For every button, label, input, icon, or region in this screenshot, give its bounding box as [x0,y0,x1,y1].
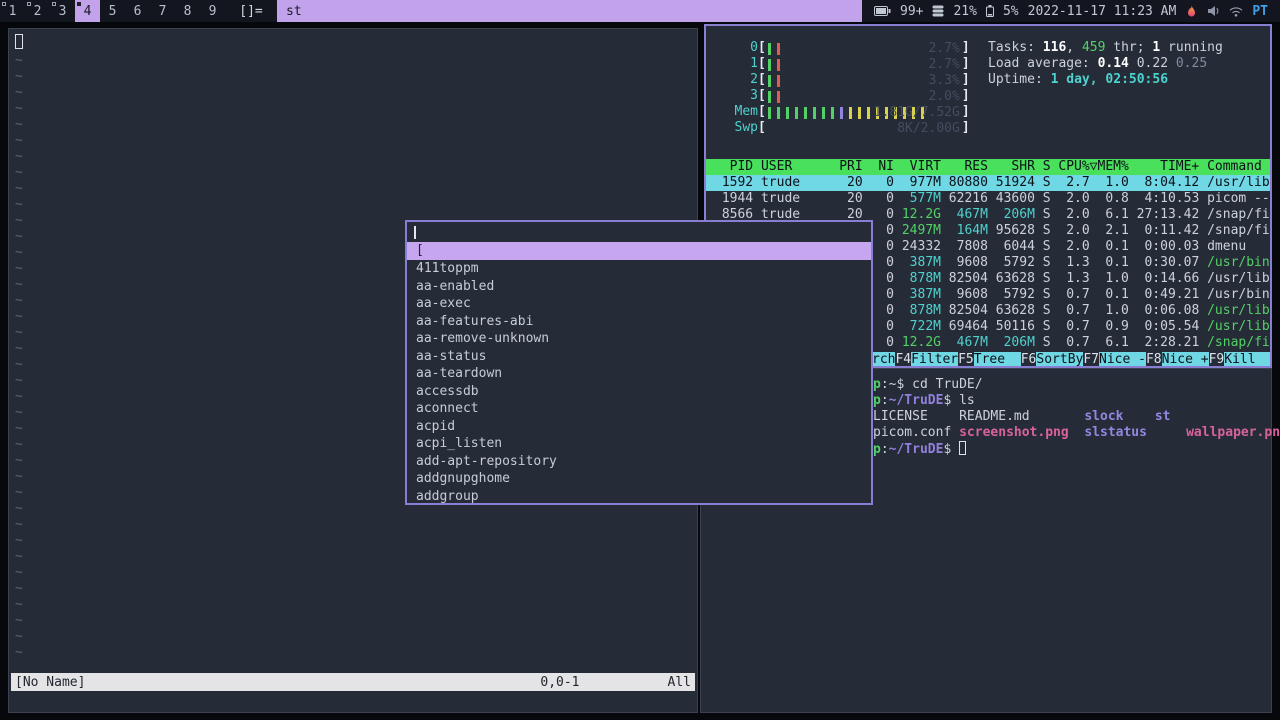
vim-empty-lines: ~ ~ ~ ~ ~ ~ ~ ~ ~ ~ ~ ~ ~ ~ ~ ~ ~ ~ ~ ~ ~ ~ ~ ~ ~ ~ ~ ~ ~ ~ ~ ~ ~ ~ ~ ~ ~ ~ [15,53,23,660]
dmenu-item[interactable]: aconnect [407,400,871,418]
dmenu-item[interactable]: addgroup [407,488,871,506]
dmenu-item[interactable]: aa-remove-unknown [407,330,871,348]
battery-value: 99+ [900,3,924,19]
tag-client-indicator [27,2,31,6]
dmenu-item[interactable]: 411toppm [407,260,871,278]
workspace-tag-7[interactable]: 7 [150,0,175,22]
htop-fnkey[interactable]: rch [872,352,896,366]
status-bar: 123456789 []= st 99+ 21% 5% 2022-11-17 1… [0,0,1280,22]
focused-window-title: st [277,0,862,22]
htop-fnkey[interactable]: SortBy [1036,352,1084,366]
dmenu-items: 411toppm aa-enabled aa-exec aa-features-abi… [407,260,871,505]
terminal-output: p:~$ cd TruDE/p:~/TruDE$ ls LICENSE READM… [873,377,1280,457]
htop-fnkey[interactable]: Filter [911,352,959,366]
htop-fnbar: rchF4FilterF5Tree F6SortByF7Nice -F8Nice… [872,352,1272,367]
vim-scroll-indicator: All [667,674,691,690]
status-modules: 99+ 21% 5% 2022-11-17 11:23 AM PT [862,0,1280,22]
vim-statusline: [No Name] 0,0-1 All [11,673,695,691]
wifi-tray-icon[interactable] [1229,6,1243,17]
htop-fnkey[interactable]: F7 [1083,352,1099,366]
workspace-tag-6[interactable]: 6 [125,0,150,22]
htop-fnkey[interactable]: Kill [1224,352,1270,366]
process-row[interactable]: 1944 trude 20 0 577M 62216 43600 S 2.0 0… [706,191,1270,207]
dmenu-item[interactable]: aa-teardown [407,365,871,383]
workspace-tags: 123456789 [0,0,225,22]
battery2-icon [985,5,994,17]
tag-client-indicator [52,2,56,6]
htop-fnkey[interactable]: Nice + [1161,352,1209,366]
datetime: 2022-11-17 11:23 AM [1027,3,1177,19]
htop-fnkey[interactable]: F5 [958,352,974,366]
window-title-text: st [286,3,302,19]
htop-fnkey[interactable]: Tree [973,352,1021,366]
tag-client-indicator [2,2,6,6]
dmenu-item[interactable]: aa-features-abi [407,313,871,331]
vim-filename: [No Name] [15,674,86,690]
layout-indicator[interactable]: []= [225,0,277,22]
vim-cursor-position: 0,0-1 [540,674,580,690]
disk-icon [932,5,944,17]
dmenu-item[interactable]: aa-status [407,348,871,366]
battery-icon [874,6,891,16]
volume-tray-icon[interactable] [1207,5,1220,17]
dmenu-item[interactable]: acpi_listen [407,435,871,453]
desktop: 123456789 []= st 99+ 21% 5% 2022-11-17 1… [0,0,1280,720]
htop-fnkey[interactable]: F8 [1146,352,1162,366]
htop-meters: 0[2.7%] 1[2.7%] 2[3.3%] 3[2.0%] Mem[1.81G/7.… [734,40,970,136]
keyboard-layout[interactable]: PT [1252,4,1268,19]
dmenu-input[interactable] [407,222,871,242]
disk-value: 21% [953,3,977,19]
vim-cursor [15,34,23,49]
battery2-value: 5% [1002,3,1019,19]
process-row[interactable]: 1592 trude 20 0 977M 80880 51924 S 2.7 1… [706,175,1270,191]
htop-fnkey[interactable]: F9 [1209,352,1225,366]
text-cursor [414,225,416,239]
htop-fnkey[interactable]: Nice - [1099,352,1146,366]
htop-summary: Tasks: 116, 459 thr; 1 running Load avera… [988,40,1223,87]
workspace-tag-1[interactable]: 1 [0,0,25,22]
htop-fnkey[interactable]: F1 [1271,352,1272,367]
dmenu-item[interactable]: acpid [407,418,871,436]
workspace-tag-5[interactable]: 5 [100,0,125,22]
workspace-tag-8[interactable]: 8 [175,0,200,22]
htop-fnkey[interactable]: F6 [1021,352,1037,366]
workspace-tag-3[interactable]: 3 [50,0,75,22]
workspace-tag-9[interactable]: 9 [200,0,225,22]
flame-tray-icon[interactable] [1185,5,1198,18]
dmenu-item[interactable]: aa-enabled [407,278,871,296]
dmenu-selected-item[interactable]: [ [407,242,871,260]
dmenu-item[interactable]: aa-exec [407,295,871,313]
htop-table-header[interactable]: PID USER PRI NI VIRT RES SHR S CPU%▽MEM%… [706,159,1270,175]
tag-client-indicator [77,2,81,6]
dmenu-item[interactable]: addgnupghome [407,470,871,488]
dmenu-launcher[interactable]: [ 411toppm aa-enabled aa-exec aa-features-a… [405,220,873,505]
dmenu-item[interactable]: add-apt-repository [407,453,871,471]
workspace-tag-4[interactable]: 4 [75,0,100,22]
workspace-tag-2[interactable]: 2 [25,0,50,22]
htop-fnkey[interactable]: F4 [895,352,911,366]
dmenu-item[interactable]: accessdb [407,383,871,401]
